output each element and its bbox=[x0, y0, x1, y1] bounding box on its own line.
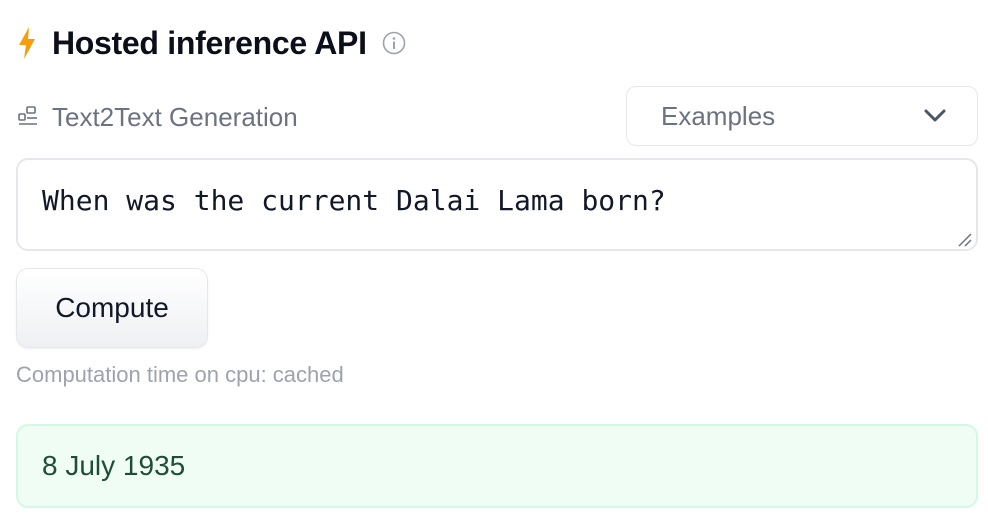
lightning-bolt-icon bbox=[16, 26, 38, 60]
widget-title: Hosted inference API bbox=[52, 24, 367, 61]
examples-dropdown[interactable]: Examples bbox=[626, 86, 978, 146]
compute-button[interactable]: Compute bbox=[16, 268, 208, 348]
widget-header: Hosted inference API bbox=[16, 22, 407, 64]
output-text: 8 July 1935 bbox=[42, 450, 186, 481]
text-input[interactable]: When was the current Dalai Lama born? bbox=[16, 158, 978, 251]
computation-time: Computation time on cpu: cached bbox=[16, 362, 344, 387]
text2text-task-icon bbox=[16, 105, 40, 129]
output-box: 8 July 1935 bbox=[16, 424, 978, 508]
task-type: Text2Text Generation bbox=[16, 100, 298, 134]
chevron-down-icon bbox=[923, 104, 947, 128]
info-circle-icon[interactable] bbox=[381, 30, 407, 56]
examples-label: Examples bbox=[661, 100, 776, 131]
task-label: Text2Text Generation bbox=[52, 101, 298, 132]
resize-handle-icon[interactable] bbox=[955, 230, 973, 248]
inference-widget: Hosted inference API Text2Text Generatio… bbox=[0, 0, 988, 526]
